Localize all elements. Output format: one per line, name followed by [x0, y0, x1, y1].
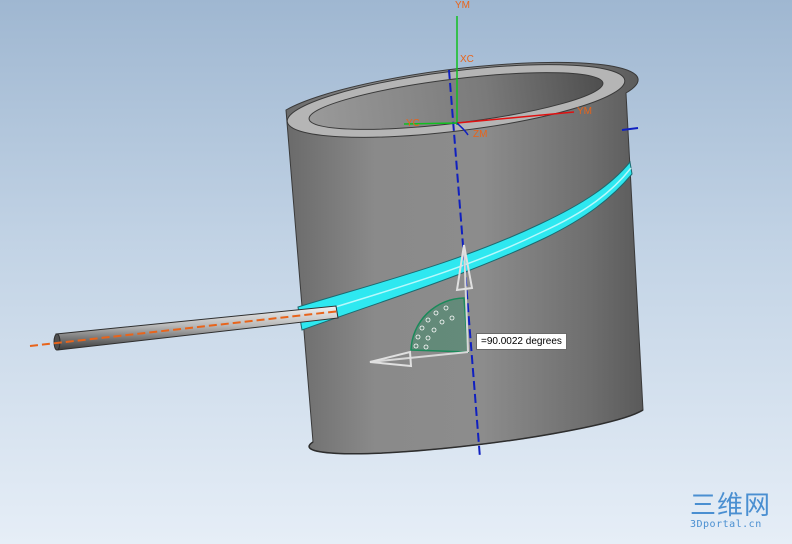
angle-measurement-label: =90.0022 degrees — [476, 333, 567, 350]
watermark-logo-text: 三维网 — [690, 491, 772, 521]
pipe[interactable] — [53, 305, 339, 351]
axis-label-xc: XC — [460, 54, 474, 65]
axis-label-zm: ZM — [473, 129, 487, 140]
axis-label-ym-right: YM — [577, 106, 592, 117]
axis-label-ym-top: YM — [455, 0, 470, 11]
3d-scene[interactable]: YM XC YC ZM YM — [0, 0, 792, 544]
graphics-viewport[interactable]: YM XC YC ZM YM =90.0022 degrees 三维网 3Dpo… — [0, 0, 792, 544]
axis-label-yc: YC — [406, 118, 420, 129]
site-watermark: 三维网 3Dportal.cn — [690, 493, 782, 531]
